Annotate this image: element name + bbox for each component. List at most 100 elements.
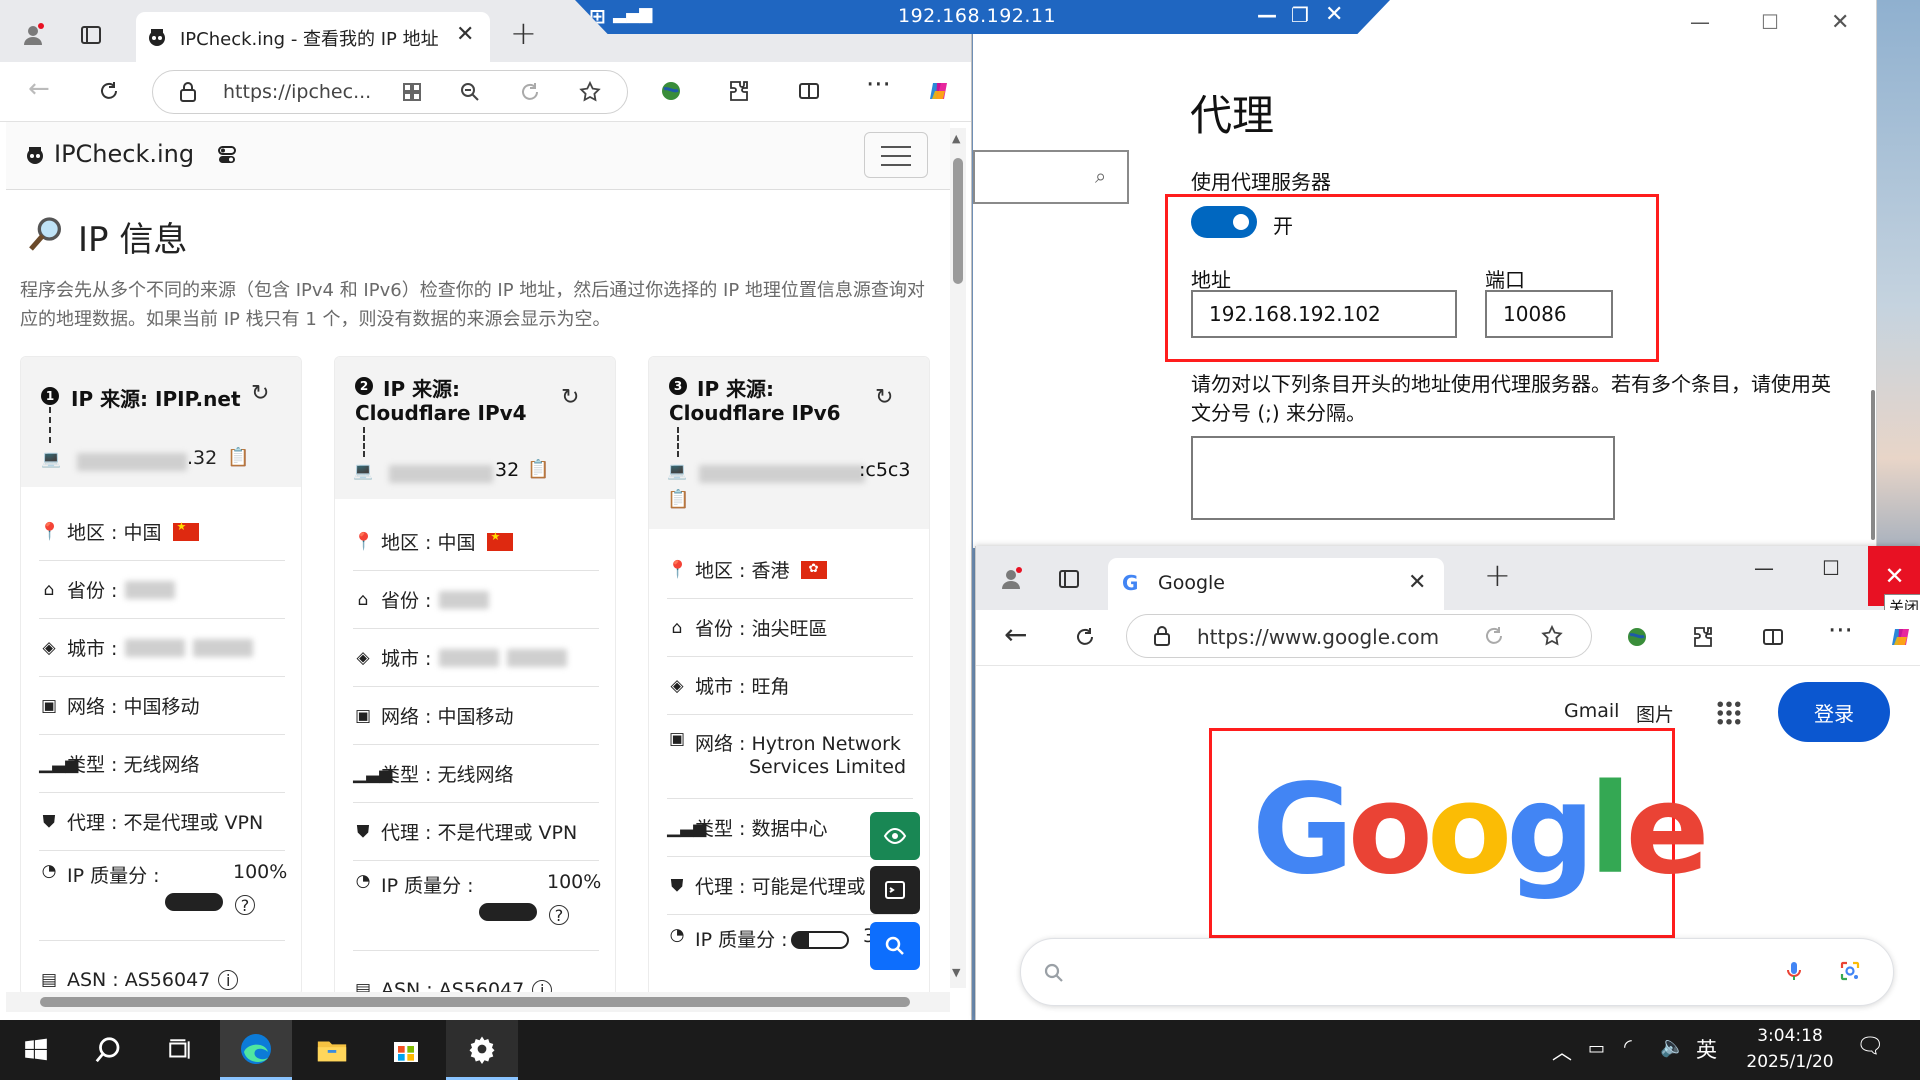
vertical-scrollbar[interactable]: ▲ ▼ <box>950 128 966 988</box>
copilot-icon[interactable] <box>1886 622 1916 652</box>
row-type: ▁▃▅ 类型 : 无线网络 <box>39 735 285 793</box>
card-refresh-icon[interactable]: ↻ <box>875 385 893 410</box>
help-icon[interactable]: ? <box>549 905 569 925</box>
minimize-button[interactable]: — <box>1690 10 1710 34</box>
exceptions-textarea[interactable] <box>1191 436 1615 520</box>
split-screen-icon[interactable] <box>794 76 824 106</box>
help-icon[interactable]: ? <box>235 895 255 915</box>
site-name[interactable]: IPCheck.ing <box>54 140 194 168</box>
extensions-puzzle-icon[interactable] <box>724 76 754 106</box>
profile-icon[interactable] <box>996 564 1026 594</box>
ime-indicator[interactable]: 英 <box>1696 1034 1717 1064</box>
back-arrow-icon[interactable]: ← <box>28 74 50 104</box>
port-input[interactable]: 10086 <box>1485 290 1613 338</box>
scrollbar-thumb[interactable] <box>40 997 910 1007</box>
battery-icon[interactable]: ▭ <box>1588 1038 1605 1059</box>
settings-scrollbar[interactable] <box>1871 390 1875 540</box>
building-icon: ⌂ <box>671 617 683 638</box>
google-lens-icon[interactable] <box>1835 956 1865 986</box>
show-hidden-icons-chevron-icon[interactable]: ︿ <box>1552 1036 1572 1065</box>
more-menu-icon[interactable]: ··· <box>1828 616 1853 646</box>
start-button[interactable] <box>0 1020 72 1080</box>
clock-date[interactable]: 2025/1/20 <box>1738 1052 1842 1072</box>
task-view-icon[interactable] <box>144 1020 216 1080</box>
refresh-icon[interactable] <box>1070 622 1100 652</box>
maximize-button[interactable]: ☐ <box>1761 10 1779 34</box>
app-grid-icon[interactable] <box>397 77 427 107</box>
google-search-box[interactable] <box>1020 938 1894 1006</box>
ipcheck-browser-window: IPCheck.ing - 查看我的 IP 地址 - I ✕ + ← https… <box>0 0 972 1020</box>
edge-taskbar-icon[interactable] <box>220 1020 292 1080</box>
images-link[interactable]: 图片 <box>1636 700 1674 727</box>
favorite-star-icon[interactable] <box>1537 621 1567 651</box>
tab-google[interactable]: G Google ✕ <box>1108 558 1444 610</box>
address-input[interactable]: 192.168.192.102 <box>1191 290 1457 338</box>
tab-actions-icon[interactable] <box>1054 564 1084 594</box>
zoom-icon[interactable] <box>455 77 485 107</box>
read-aloud-icon[interactable] <box>515 77 545 107</box>
proxy-toggle-switch[interactable] <box>1191 206 1257 238</box>
minimize-button[interactable]: — <box>1754 556 1774 580</box>
tab-ipcheck[interactable]: IPCheck.ing - 查看我的 IP 地址 - I ✕ <box>136 12 490 62</box>
signin-button[interactable]: 登录 <box>1778 682 1890 742</box>
copy-icon[interactable]: 📋 <box>527 459 549 480</box>
read-aloud-icon[interactable] <box>1479 621 1509 651</box>
refresh-icon[interactable] <box>94 76 124 106</box>
network-wifi-icon[interactable]: ◜ <box>1624 1034 1632 1058</box>
notification-center-icon[interactable]: 🗨 <box>1856 1034 1884 1059</box>
new-tab-button[interactable]: + <box>510 14 537 52</box>
search-taskbar-icon[interactable] <box>72 1020 144 1080</box>
rdp-close-button[interactable]: ✕ <box>1325 2 1343 27</box>
row-region: 📍 地区 : 香港 <box>667 541 913 599</box>
theme-toggle-icon[interactable] <box>212 140 242 170</box>
close-button[interactable]: ✕ <box>1831 10 1849 35</box>
location-pin-icon: 📍 <box>353 531 375 552</box>
store-icon[interactable] <box>370 1020 442 1080</box>
more-menu-icon[interactable]: ··· <box>866 70 891 100</box>
google-apps-icon[interactable] <box>1714 698 1744 728</box>
search-fab-button[interactable] <box>870 922 920 970</box>
favorite-star-icon[interactable] <box>575 77 605 107</box>
file-explorer-icon[interactable] <box>296 1020 368 1080</box>
hongkong-flag-icon <box>801 560 828 579</box>
rdp-restore-button[interactable]: ❐ <box>1291 3 1309 27</box>
copy-icon[interactable]: 📋 <box>227 447 249 468</box>
search-icon <box>1039 958 1069 988</box>
ipcheck-page: IPCheck.ing IP 信息 程序会先从多个不同的来源（包含 IPv4 和… <box>6 122 950 1002</box>
horizontal-scrollbar[interactable] <box>6 992 950 1012</box>
copilot-icon[interactable] <box>924 76 954 106</box>
rdp-minimize-button[interactable]: — <box>1257 3 1277 27</box>
terminal-fab-button[interactable] <box>870 866 920 914</box>
row-region: 📍 地区 : 中国 <box>39 503 285 561</box>
url-bar[interactable]: https://www.google.com <box>1126 614 1592 658</box>
china-flag-icon <box>173 520 200 541</box>
volume-icon[interactable]: 🔈 <box>1660 1034 1685 1058</box>
tab-actions-icon[interactable] <box>76 20 106 50</box>
settings-search-box[interactable]: ⌕ <box>973 150 1129 204</box>
card-refresh-icon[interactable]: ↻ <box>561 385 579 410</box>
url-bar[interactable]: https://ipchec... <box>152 70 628 114</box>
scrollbar-thumb[interactable] <box>953 158 963 284</box>
back-arrow-icon[interactable]: ← <box>1004 618 1027 651</box>
eye-fab-button[interactable] <box>870 812 920 860</box>
settings-gear-icon[interactable] <box>446 1020 518 1080</box>
tab-title: Google <box>1158 572 1226 594</box>
hamburger-menu-button[interactable] <box>864 132 928 178</box>
new-tab-button[interactable]: + <box>1484 556 1511 594</box>
profile-icon[interactable] <box>18 20 48 50</box>
ip-redacted <box>389 465 493 483</box>
split-screen-icon[interactable] <box>1758 622 1788 652</box>
extension-globe-icon[interactable] <box>656 76 686 106</box>
card-refresh-icon[interactable]: ↻ <box>251 381 269 406</box>
extension-globe-icon[interactable] <box>1622 622 1652 652</box>
clock-time[interactable]: 3:04:18 <box>1750 1026 1830 1046</box>
extensions-puzzle-icon[interactable] <box>1688 622 1718 652</box>
gmail-link[interactable]: Gmail <box>1564 700 1619 722</box>
tab-close-icon[interactable]: ✕ <box>456 22 474 47</box>
computer-icon: 💻 <box>41 449 61 468</box>
maximize-button[interactable]: ☐ <box>1822 556 1840 580</box>
voice-search-mic-icon[interactable] <box>1779 956 1809 986</box>
copy-icon[interactable]: 📋 <box>667 489 689 510</box>
address-label: 地址 <box>1191 268 1231 292</box>
tab-close-icon[interactable]: ✕ <box>1408 570 1426 595</box>
